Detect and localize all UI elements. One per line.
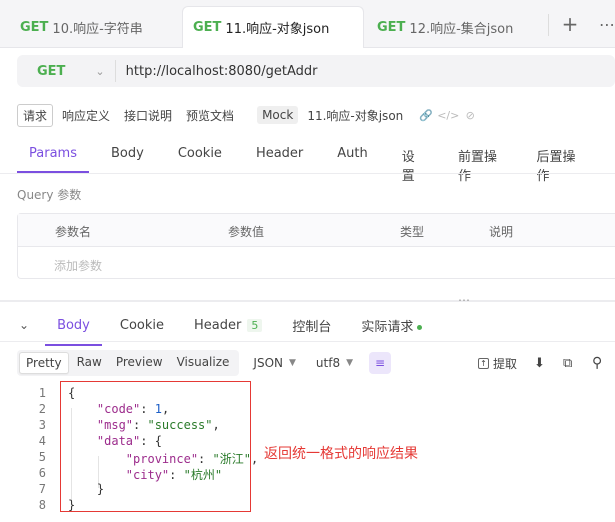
line-number: 3 [38,418,46,432]
url-divider [114,60,116,82]
line-number: 1 [38,386,46,400]
tab-label: 11.响应-对象json [225,22,330,37]
http-method-select[interactable]: GET [37,64,65,79]
param-tabs: Params Body Cookie Header Auth 设置 前置操作 后… [17,141,615,184]
format-preview-button[interactable]: Preview [110,352,169,374]
tab-label: 实际请求 [361,319,414,335]
column-header: 参数名 [55,225,92,239]
tab-auth[interactable]: Auth [337,141,367,161]
tab-response-header[interactable]: Header 5 [194,317,263,333]
tab-body[interactable]: Body [111,141,144,161]
request-tab-bar: GET 10.响应-字符串 GET 11.响应-对象json GET 12.响应… [0,0,615,48]
more-tabs-icon[interactable]: ⋯ [595,12,615,36]
forbidden-icon[interactable]: ⊘ [462,107,478,123]
column-header: 类型 [400,225,425,239]
response-tabs-divider [0,341,615,342]
url-input[interactable]: http://localhost:8080/getAddr [126,64,318,79]
format-select[interactable]: JSON ▼ [253,356,296,370]
mock-subtab[interactable]: Mock [257,106,299,124]
param-tabs-divider [0,173,615,174]
chevron-down-icon: ▼ [288,358,296,368]
response-tabs: ⌄ Body Cookie Header 5 控制台 实际请求 [17,313,452,346]
format-pretty-button[interactable]: Pretty [19,352,69,374]
tab-method: GET [377,19,406,35]
api-description-subtab[interactable]: 接口说明 [119,105,177,126]
tab-label: 12.响应-集合json [409,21,514,37]
status-dot-icon [417,324,423,330]
copy-icon[interactable]: ⧉ [563,354,572,372]
collapse-chevron-icon[interactable]: ⌄ [19,318,29,332]
tab-method: GET [20,19,49,35]
annotation-text: 返回统一格式的响应结果 [264,446,418,462]
encoding-select-value: utf8 [315,356,341,370]
url-bar: GET ⌄ http://localhost:8080/getAddr [17,55,615,87]
query-params-table: 参数名 参数值 类型 说明 添加参数 [17,213,615,279]
tab-label: Header [194,317,242,333]
extract-label: 提取 [493,356,518,371]
line-number: 2 [38,402,46,416]
highlight-box [60,381,251,512]
add-param-input[interactable]: 添加参数 [54,257,102,274]
request-tab[interactable]: GET 10.响应-字符串 [20,6,143,48]
tab-actual-request[interactable]: 实际请求 [361,316,423,335]
tab-response-cookie[interactable]: Cookie [120,318,164,333]
add-tab-icon[interactable]: + [558,12,582,36]
query-params-label: Query 参数 [17,188,82,202]
table-header: 参数名 参数值 类型 说明 [18,214,615,247]
preview-doc-subtab[interactable]: 预览文档 [181,105,239,126]
save-icon[interactable]: ⬇ [534,354,545,372]
request-sub-toolbar: 请求 响应定义 接口说明 预览文档 Mock 11.响应-对象json 🔗 </… [17,103,478,127]
response-toolbar: Pretty Raw Preview Visualize JSON ▼ utf8 ▼… [17,350,391,376]
header-count-badge: 5 [247,318,263,332]
line-number: 4 [38,434,46,448]
tab-response-body[interactable]: Body [45,318,102,346]
line-number: 5 [38,450,46,464]
chevron-down-icon: ▼ [346,358,353,368]
request-subtab[interactable]: 请求 [17,103,54,127]
tab-settings[interactable]: 设置 [402,141,424,184]
request-tab[interactable]: GET 12.响应-集合json [377,6,513,48]
line-number: 8 [38,498,46,512]
extract-button[interactable]: ↑ 提取 [478,354,517,372]
request-name[interactable]: 11.响应-对象json [302,105,408,126]
drag-handle-icon[interactable]: ⋯ [458,293,471,307]
column-header: 说明 [489,225,514,239]
search-icon[interactable]: ⚲ [592,354,602,372]
tab-post-actions[interactable]: 后置操作 [537,141,582,184]
line-number: 7 [38,482,46,496]
tab-cookie[interactable]: Cookie [178,141,222,161]
tabbar-divider [548,14,549,36]
format-select-value: JSON [253,356,283,370]
tab-header[interactable]: Header [256,141,303,161]
response-definition-subtab[interactable]: 响应定义 [57,105,115,126]
format-toggle-group: Pretty Raw Preview Visualize [17,350,240,376]
tab-pre-actions[interactable]: 前置操作 [458,141,503,184]
encoding-select[interactable]: utf8 ▼ [316,356,353,370]
extract-icon: ↑ [478,357,489,369]
link-icon[interactable]: 🔗 [418,107,434,123]
tab-method: GET [193,20,222,35]
format-raw-button[interactable]: Raw [71,352,108,374]
chevron-down-icon[interactable]: ⌄ [95,65,104,78]
request-tab-active[interactable]: GET 11.响应-对象json [182,6,364,48]
code-icon[interactable]: </> [437,107,459,123]
line-number: 6 [38,466,46,480]
tab-label: 10.响应-字符串 [52,21,143,37]
format-visualize-button[interactable]: Visualize [171,352,236,374]
panel-splitter[interactable] [0,300,615,302]
wrap-lines-icon[interactable]: ≡ [369,352,391,374]
tab-console[interactable]: 控制台 [292,316,331,335]
column-header: 参数值 [228,225,265,239]
tab-params[interactable]: Params [17,141,89,173]
